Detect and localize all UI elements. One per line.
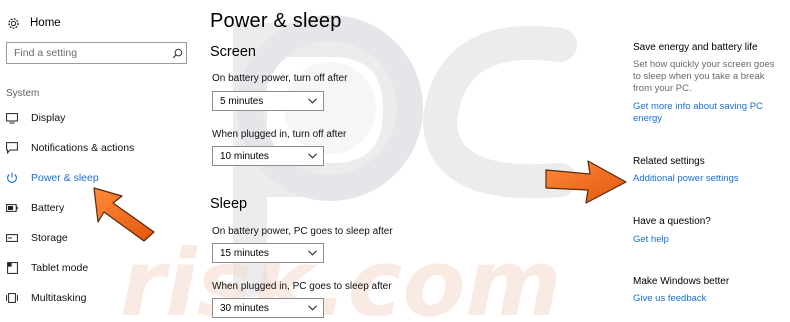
- save-energy-link[interactable]: Get more info about saving PC energy: [633, 101, 785, 125]
- chevron-down-icon: [307, 248, 317, 258]
- tablet-mode-icon: [6, 262, 18, 274]
- screen-plugged-label: When plugged in, turn off after: [212, 129, 347, 140]
- sidebar-item-display[interactable]: Display: [6, 109, 65, 127]
- save-energy-heading: Save energy and battery life: [633, 42, 758, 53]
- sidebar-item-label: Battery: [31, 202, 65, 214]
- save-energy-text: Set how quickly your screen goes to slee…: [633, 59, 775, 94]
- storage-icon: [6, 232, 18, 244]
- screen-battery-dropdown[interactable]: 5 minutes: [212, 91, 324, 111]
- screen-heading: Screen: [210, 44, 256, 60]
- sleep-battery-dropdown[interactable]: 15 minutes: [212, 243, 324, 263]
- related-settings-heading: Related settings: [633, 156, 705, 167]
- dropdown-value: 5 minutes: [220, 95, 264, 107]
- sleep-plugged-dropdown[interactable]: 30 minutes: [212, 298, 324, 318]
- right-panel: Save energy and battery life Set how qui…: [633, 0, 790, 322]
- sleep-heading: Sleep: [210, 196, 248, 212]
- get-help-link[interactable]: Get help: [633, 234, 785, 246]
- make-windows-better-heading: Make Windows better: [633, 276, 730, 287]
- sidebar-item-label: Display: [31, 112, 66, 124]
- chevron-down-icon: [307, 303, 317, 313]
- sidebar-item-tablet-mode[interactable]: Tablet mode: [6, 259, 88, 277]
- sleep-plugged-label: When plugged in, PC goes to sleep after: [212, 281, 392, 292]
- sidebar-item-label: Tablet mode: [31, 262, 89, 274]
- screen-battery-label: On battery power, turn off after: [212, 73, 348, 84]
- search-input[interactable]: Find a setting: [7, 47, 168, 59]
- chevron-down-icon: [307, 151, 317, 161]
- main-content: Power & sleep Screen On battery power, t…: [210, 0, 610, 322]
- sidebar-item-power-sleep[interactable]: Power & sleep: [6, 169, 99, 187]
- search-box[interactable]: Find a setting: [6, 42, 187, 64]
- home-nav[interactable]: Home: [6, 13, 61, 33]
- sidebar: Home Find a setting System Display Notif…: [0, 0, 195, 322]
- additional-power-settings-link[interactable]: Additional power settings: [633, 173, 785, 185]
- sidebar-item-label: Multitasking: [31, 292, 87, 304]
- home-gear-icon: [6, 16, 20, 30]
- dropdown-value: 15 minutes: [220, 247, 269, 259]
- sidebar-item-label: Power & sleep: [31, 172, 99, 184]
- screen-plugged-dropdown[interactable]: 10 minutes: [212, 146, 324, 166]
- dropdown-value: 30 minutes: [220, 302, 269, 314]
- sidebar-item-battery[interactable]: Battery: [6, 199, 64, 217]
- home-label: Home: [30, 17, 61, 29]
- multitasking-icon: [6, 292, 18, 304]
- battery-icon: [6, 202, 18, 214]
- sidebar-item-label: Storage: [31, 232, 68, 244]
- give-feedback-link[interactable]: Give us feedback: [633, 293, 785, 305]
- chevron-down-icon: [307, 96, 317, 106]
- search-icon[interactable]: [168, 48, 186, 59]
- notifications-icon: [6, 142, 18, 154]
- display-icon: [6, 112, 18, 124]
- sidebar-item-label: Notifications & actions: [31, 142, 135, 154]
- page-title: Power & sleep: [210, 10, 342, 32]
- question-heading: Have a question?: [633, 216, 711, 227]
- dropdown-value: 10 minutes: [220, 150, 269, 162]
- sidebar-item-multitasking[interactable]: Multitasking: [6, 289, 86, 307]
- section-label-system: System: [6, 88, 40, 99]
- sidebar-item-notifications[interactable]: Notifications & actions: [6, 139, 134, 157]
- power-icon: [6, 172, 18, 184]
- sleep-battery-label: On battery power, PC goes to sleep after: [212, 226, 393, 237]
- sidebar-item-storage[interactable]: Storage: [6, 229, 68, 247]
